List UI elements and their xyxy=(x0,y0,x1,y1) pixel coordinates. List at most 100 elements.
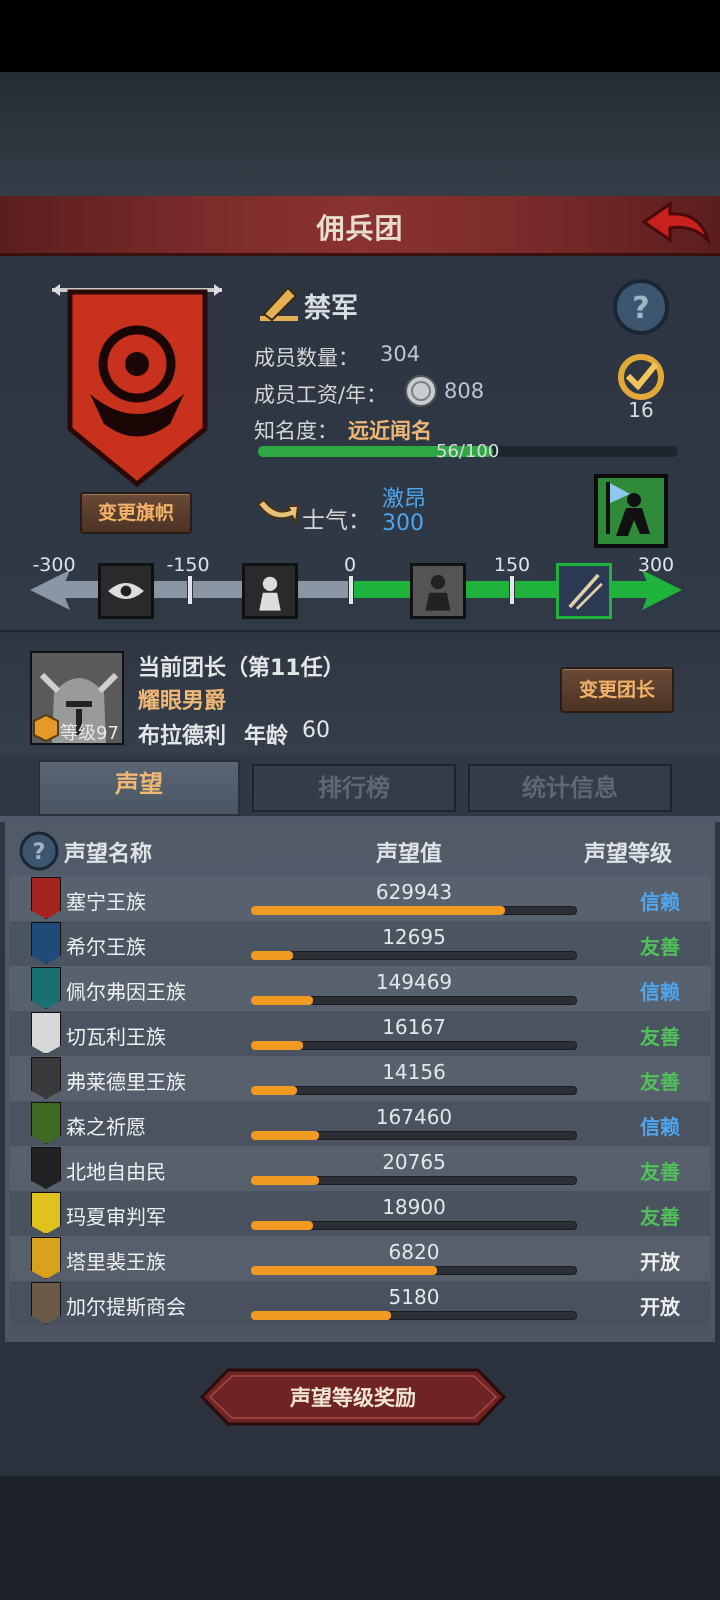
back-arrow-icon[interactable] xyxy=(640,200,712,250)
mood-eye-icon xyxy=(98,563,154,619)
faction-name: 佩尔弗因王族 xyxy=(66,980,186,1004)
reputation-level: 信赖 xyxy=(640,890,680,914)
silver-coin-icon xyxy=(405,375,437,407)
faction-name: 森之祈愿 xyxy=(66,1115,146,1139)
reputation-bar-fill xyxy=(251,906,505,915)
column-header-value: 声望值 xyxy=(376,842,443,867)
faction-crest-icon xyxy=(31,1102,61,1144)
reputation-bar-fill xyxy=(251,1131,319,1140)
reputation-bar-fill xyxy=(251,1086,297,1095)
faction-crest-icon xyxy=(31,1237,61,1279)
screen: 佣兵团 变更旗帜 禁军 成员数量： 304 成员工资/年： 808 知名度： 远… xyxy=(0,0,720,1600)
charge-morale-icon xyxy=(594,474,668,548)
scale-label: -150 xyxy=(166,554,210,576)
leader-age-label: 年龄 xyxy=(244,724,289,749)
fame-label: 知名度： xyxy=(254,419,338,443)
faction-crest-icon xyxy=(31,1147,61,1189)
tab-statistics[interactable]: 统计信息 xyxy=(468,764,672,812)
leader-heading: 当前团长（第11任） xyxy=(138,656,345,681)
faction-name: 塞宁王族 xyxy=(66,890,146,914)
svg-text:?: ? xyxy=(632,291,649,326)
faction-crest-icon xyxy=(31,1192,61,1234)
company-name: 禁军 xyxy=(304,293,358,324)
wage-value: 808 xyxy=(444,379,485,403)
change-banner-button[interactable]: 变更旗帜 xyxy=(80,492,192,534)
scale-tick xyxy=(509,575,515,605)
reputation-value: 629943 xyxy=(375,880,453,904)
scale-tick xyxy=(348,575,354,605)
column-header-level: 声望等级 xyxy=(584,842,673,867)
horn-icon xyxy=(256,498,300,525)
reputation-level: 友善 xyxy=(640,1025,680,1049)
wage-label: 成员工资/年： xyxy=(254,383,388,407)
mood-despair-icon xyxy=(242,563,298,619)
target-badge-icon xyxy=(618,354,664,400)
reputation-bar-track xyxy=(251,951,577,960)
faction-name: 切瓦利王族 xyxy=(66,1025,166,1049)
reputation-level: 友善 xyxy=(640,1205,680,1229)
scale-tick xyxy=(187,575,193,605)
reputation-level: 友善 xyxy=(640,1160,680,1184)
reputation-level: 友善 xyxy=(640,935,680,959)
tab-ranking[interactable]: 排行榜 xyxy=(252,764,456,812)
tab-reputation[interactable]: 声望 xyxy=(38,760,240,816)
edit-name-icon[interactable] xyxy=(258,284,300,324)
reputation-value: 18900 xyxy=(382,1195,446,1219)
page-title: 佣兵团 xyxy=(316,212,404,245)
badge-count: 16 xyxy=(628,398,654,422)
table-help-icon[interactable]: ? xyxy=(18,830,60,872)
faction-crest-icon xyxy=(31,1282,61,1324)
faction-crest-icon xyxy=(31,1012,61,1054)
reputation-level: 信赖 xyxy=(640,980,680,1004)
reputation-value: 149469 xyxy=(375,970,453,994)
reputation-value: 20765 xyxy=(382,1150,446,1174)
reputation-bar-fill xyxy=(251,1266,437,1275)
reputation-value: 14156 xyxy=(382,1060,446,1084)
fame-progress-text: 56/100 xyxy=(436,441,500,462)
reputation-level: 开放 xyxy=(640,1250,680,1274)
svg-text:?: ? xyxy=(33,840,46,865)
change-leader-button[interactable]: 变更团长 xyxy=(560,667,674,713)
reputation-bar-fill xyxy=(251,996,313,1005)
scale-label: 300 xyxy=(637,554,675,576)
morale-label: 士气： xyxy=(302,508,371,534)
reputation-value: 16167 xyxy=(382,1015,446,1039)
faction-name: 塔里裴王族 xyxy=(66,1250,166,1274)
reputation-bar-fill xyxy=(251,1176,319,1185)
reputation-reward-label: 声望等级奖励 xyxy=(290,1386,416,1410)
faction-crest-icon xyxy=(31,1057,61,1099)
reputation-bar-fill xyxy=(251,1041,303,1050)
level-badge-icon xyxy=(33,713,59,743)
scale-label: 150 xyxy=(493,554,531,576)
reputation-level: 信赖 xyxy=(640,1115,680,1139)
faction-crest-icon xyxy=(31,877,61,919)
mood-calm-icon xyxy=(410,563,466,619)
reputation-level: 友善 xyxy=(640,1070,680,1094)
help-icon[interactable]: ? xyxy=(612,278,670,336)
reputation-value: 5180 xyxy=(388,1285,440,1309)
leader-level: 等级97 xyxy=(60,723,119,744)
faction-name: 玛夏审判军 xyxy=(66,1205,166,1229)
leader-age-value: 60 xyxy=(302,718,330,743)
reputation-value: 12695 xyxy=(382,925,446,949)
morale-state: 激昂 xyxy=(382,487,427,512)
reputation-value: 167460 xyxy=(375,1105,453,1129)
leader-title: 耀眼男爵 xyxy=(138,689,227,714)
faction-crest-icon xyxy=(31,922,61,964)
reputation-bar-fill xyxy=(251,1221,313,1230)
reputation-bar-fill xyxy=(251,951,293,960)
faction-name: 希尔王族 xyxy=(66,935,146,959)
fame-rank: 远近闻名 xyxy=(348,419,432,443)
members-label: 成员数量： xyxy=(254,346,359,370)
scale-label: 0 xyxy=(343,554,357,576)
reputation-bar-fill xyxy=(251,1311,391,1320)
leader-name: 布拉德利 xyxy=(138,724,227,749)
morale-value: 300 xyxy=(382,511,424,536)
members-value: 304 xyxy=(380,342,421,366)
scale-label: -300 xyxy=(32,554,76,576)
company-banner-icon xyxy=(52,284,222,488)
bottom-background xyxy=(0,1476,720,1600)
reputation-bar-track xyxy=(251,1086,577,1095)
scale-right-arrow-icon xyxy=(642,570,682,610)
faction-name: 弗莱德里王族 xyxy=(66,1070,186,1094)
